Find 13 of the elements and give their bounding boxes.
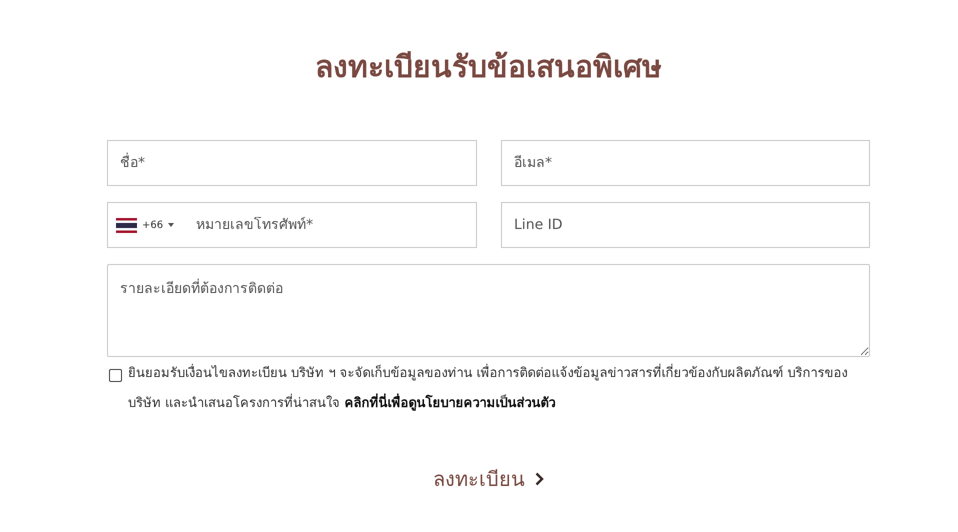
form-title: ลงทะเบียนรับข้อเสนอพิเศษ <box>314 49 663 87</box>
caret-icon <box>168 223 174 227</box>
register-button[interactable]: ลงทะเบียน <box>427 459 550 499</box>
consent-text: ยินยอมรับเงื่อนไขลงทะเบียน บริษัท ฯ จะจัดเก็บข้อมูลของท่าน เพื่อการติดต่อแจ้งข้อมูลข่าวสารที่เกี่ยวข้องกับผลิตภัณฑ์ บริการของบริษัท และนำเสนอโครงการที่น่าสนใจ คลิกที่นี่เพื่อดูนโยบายความเป็นส่วนตัว <box>128 359 848 419</box>
input-field[interactable]: อีเมล* <box>501 140 870 186</box>
flag-icon <box>116 218 137 232</box>
consent-checkbox[interactable] <box>109 369 122 382</box>
message-field[interactable]: รายละเอียดที่ต้องการติดต่อ <box>107 264 870 357</box>
country-code-select[interactable]: +66 <box>116 218 174 232</box>
privacy-link[interactable]: คลิกที่นี่เพื่อดูนโยบายความเป็นส่วนตัว <box>344 396 556 411</box>
chevron-icon <box>535 472 544 486</box>
input-field[interactable]: Line ID <box>501 202 870 248</box>
input-field[interactable]: ชื่อ* <box>107 140 477 186</box>
